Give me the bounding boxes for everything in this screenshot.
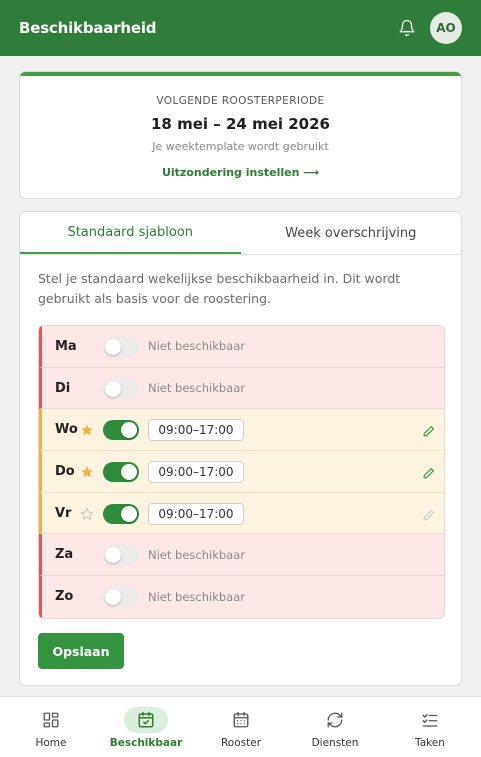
period-range: 18 mei – 24 mei 2026 xyxy=(151,115,330,133)
status-text: Niet beschikbaar xyxy=(148,339,245,354)
day-row-di: Di Niet beschikbaar xyxy=(39,367,444,410)
availability-toggle[interactable] xyxy=(103,378,139,399)
nav-label: Rooster xyxy=(220,737,262,749)
availability-toggle[interactable] xyxy=(103,462,139,483)
day-label: Do xyxy=(55,463,75,479)
card-accent-bar xyxy=(20,72,461,76)
toggle-knob xyxy=(105,589,121,606)
period-kicker: VOLGENDE ROOSTERPERIODE xyxy=(156,95,325,107)
template-description: Stel je standaard wekelijkse beschikbaar… xyxy=(38,271,401,306)
availability-toggle[interactable] xyxy=(103,503,139,524)
nav-item-taken[interactable]: Taken xyxy=(395,697,465,757)
nav-item-rooster[interactable]: Rooster xyxy=(206,697,276,757)
set-exception-link[interactable]: Uitzondering instellen ⟶ xyxy=(20,166,461,179)
page-title: Beschikbaarheid xyxy=(19,19,157,37)
star-filled-icon[interactable] xyxy=(80,422,94,436)
bell-icon[interactable] xyxy=(398,19,416,37)
availability-toggle[interactable] xyxy=(103,587,139,608)
availability-toggle[interactable] xyxy=(103,337,139,357)
nav-label: Taken xyxy=(415,737,445,749)
status-text: Niet beschikbaar xyxy=(148,547,245,562)
grid-icon xyxy=(29,707,73,733)
nav-item-beschikbaar[interactable]: Beschikbaar xyxy=(106,697,186,757)
checklist-icon xyxy=(408,707,452,733)
day-label: Za xyxy=(55,547,74,563)
day-row-za: Za Niet beschikbaar xyxy=(39,534,444,577)
day-label: Wo xyxy=(55,422,78,438)
status-text: Niet beschikbaar xyxy=(148,381,245,396)
calendar-icon xyxy=(219,707,263,733)
availability-toggle[interactable] xyxy=(103,545,139,566)
star-outline-icon[interactable] xyxy=(80,506,94,520)
tab-week-override[interactable]: Week overschrijving xyxy=(241,212,462,254)
toggle-knob xyxy=(105,547,121,564)
tab-standard-template[interactable]: Standaard sjabloon xyxy=(20,212,241,254)
calendar-check-icon xyxy=(124,707,168,733)
avatar[interactable]: AO xyxy=(430,12,462,44)
day-row-zo: Zo Niet beschikbaar xyxy=(39,576,444,618)
app-bar: Beschikbaarheid AO xyxy=(0,0,481,56)
day-label: Vr xyxy=(55,505,72,521)
day-row-vr: Vr 09:00–17:00 xyxy=(39,492,444,535)
pencil-icon[interactable] xyxy=(422,465,435,479)
day-row-wo: Wo 09:00–17:00 xyxy=(39,409,444,452)
toggle-knob xyxy=(121,422,137,439)
nav-label: Diensten xyxy=(311,737,359,749)
save-button[interactable]: Opslaan xyxy=(38,633,124,669)
period-subtitle: Je weektemplate wordt gebruikt xyxy=(152,140,329,153)
day-label: Zo xyxy=(55,589,74,605)
refresh-icon xyxy=(313,707,357,733)
availability-toggle[interactable] xyxy=(103,420,139,441)
day-label: Ma xyxy=(55,338,77,354)
availability-card: Standaard sjabloon Week overschrijving S… xyxy=(19,211,462,686)
weekday-list: Ma Niet beschikbaar Di Niet beschikbaar … xyxy=(38,325,445,619)
pencil-icon[interactable] xyxy=(422,507,435,521)
nav-item-diensten[interactable]: Diensten xyxy=(300,697,370,757)
toggle-knob xyxy=(105,339,121,355)
pencil-icon[interactable] xyxy=(422,423,435,437)
status-text: Niet beschikbaar xyxy=(148,589,245,604)
nav-label: Beschikbaar xyxy=(109,737,183,749)
next-period-card: VOLGENDE ROOSTERPERIODE 18 mei – 24 mei … xyxy=(19,71,462,199)
day-label: Di xyxy=(55,380,71,396)
star-filled-icon[interactable] xyxy=(80,464,94,478)
bottom-nav: Home Beschikbaar Rooster Diensten Taken xyxy=(0,696,481,757)
toggle-knob xyxy=(121,505,137,522)
nav-label: Home xyxy=(35,737,67,749)
toggle-knob xyxy=(105,380,121,397)
toggle-knob xyxy=(121,464,137,481)
tab-bar: Standaard sjabloon Week overschrijving xyxy=(20,212,461,255)
day-row-ma: Ma Niet beschikbaar xyxy=(39,326,444,368)
day-row-do: Do 09:00–17:00 xyxy=(39,451,444,493)
time-range-field[interactable]: 09:00–17:00 xyxy=(148,461,244,484)
time-range-field[interactable]: 09:00–17:00 xyxy=(148,419,244,442)
nav-item-home[interactable]: Home xyxy=(16,697,86,757)
time-range-field[interactable]: 09:00–17:00 xyxy=(148,502,244,525)
